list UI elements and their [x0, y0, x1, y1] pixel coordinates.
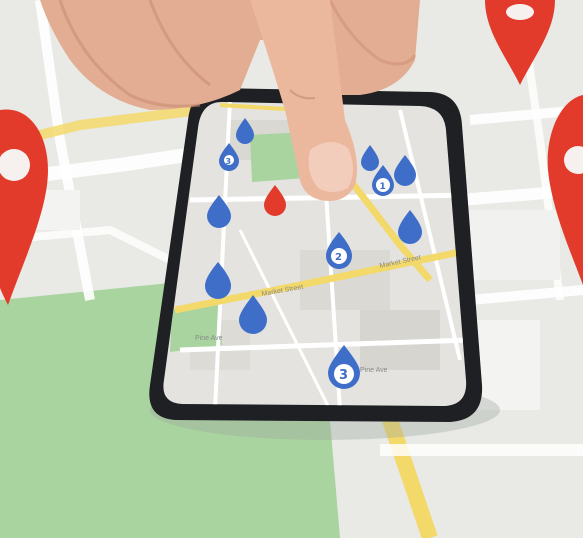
- pin-number: 3: [339, 368, 348, 383]
- street-label: Pine Ave: [360, 367, 388, 374]
- map-scene: Market Street Market Street Pine Ave Pin…: [0, 0, 583, 538]
- pin-number: 3: [226, 157, 232, 166]
- street-label: Pine Ave: [195, 335, 223, 342]
- pin-number: 2: [335, 252, 342, 263]
- pin-number: 1: [380, 182, 386, 192]
